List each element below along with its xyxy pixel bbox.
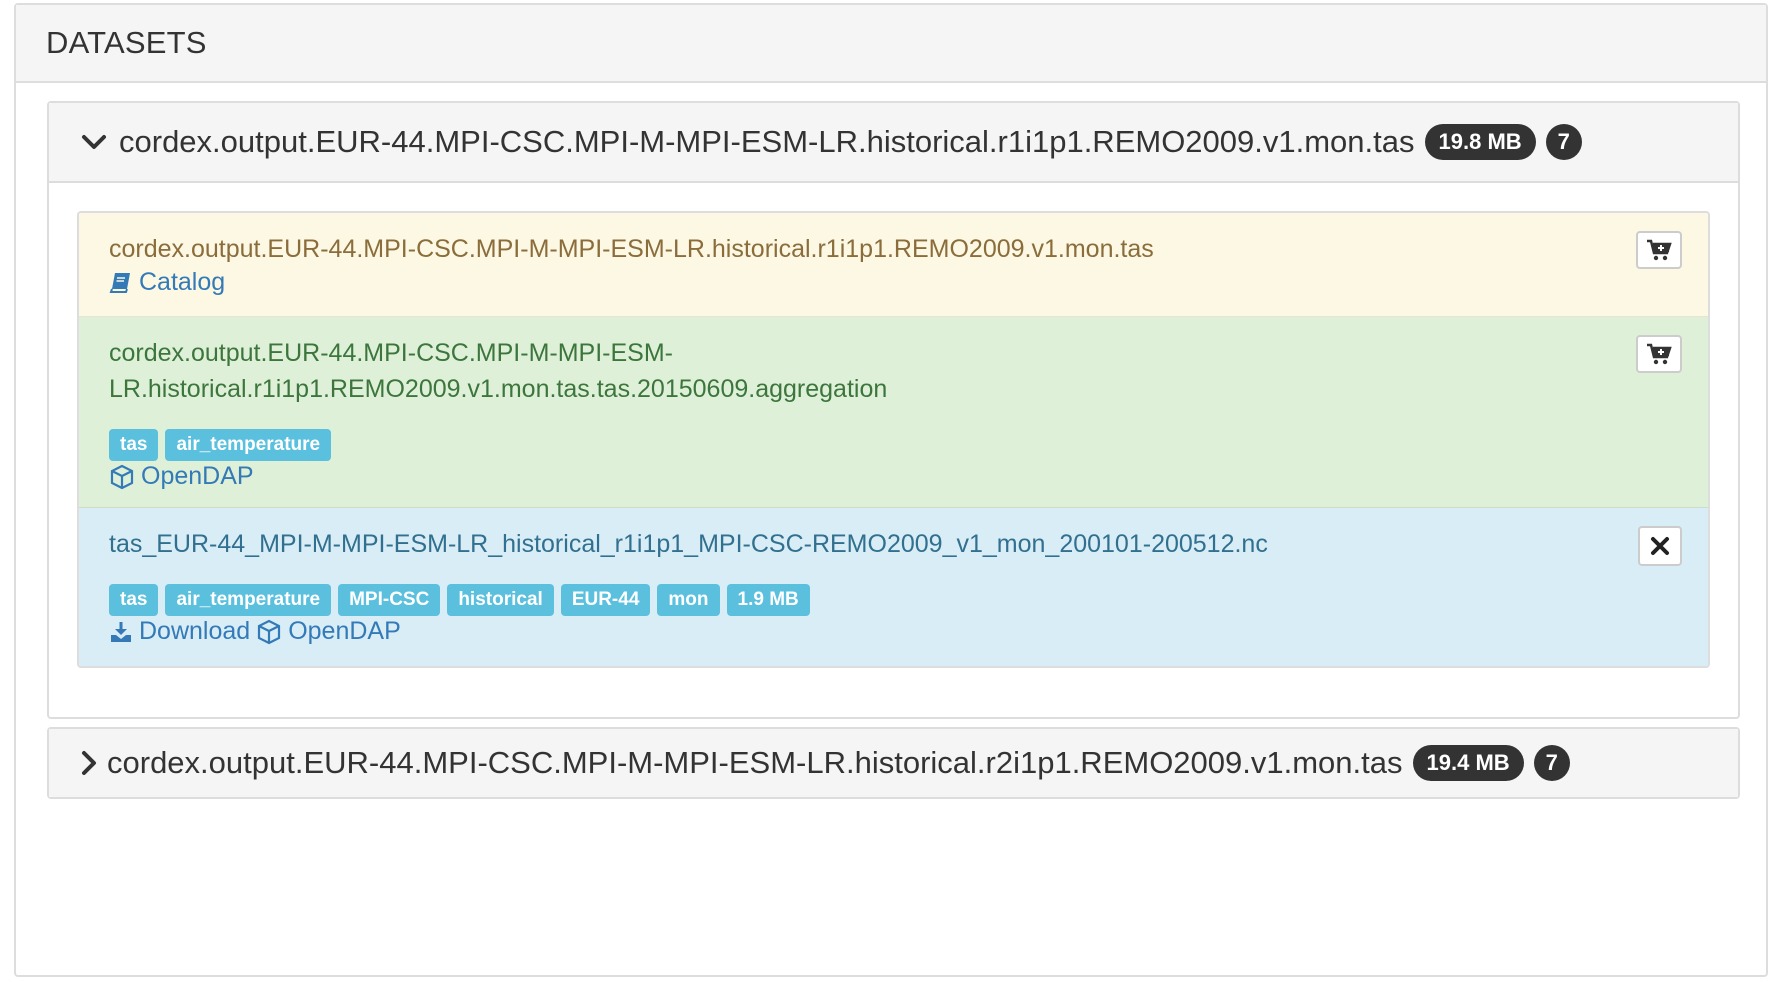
dataset-name: cordex.output.EUR-44.MPI-CSC.MPI-M-MPI-E… xyxy=(107,745,1403,780)
list-item-file: tas_EUR-44_MPI-M-MPI-ESM-LR_historical_r… xyxy=(79,508,1708,666)
list-item-aggregation: cordex.output.EUR-44.MPI-CSC.MPI-M-MPI-E… xyxy=(79,317,1708,508)
label: EUR-44 xyxy=(560,584,651,616)
item-title: cordex.output.EUR-44.MPI-CSC.MPI-M-MPI-E… xyxy=(109,339,888,403)
catalog-link[interactable]: Catalog xyxy=(109,268,225,297)
remove-button[interactable] xyxy=(1638,526,1682,566)
cart-plus-icon xyxy=(1647,343,1672,365)
item-labels: tas air_temperature xyxy=(109,429,1678,461)
item-links: Catalog xyxy=(109,268,1678,297)
label: tas xyxy=(109,429,159,461)
item-labels: tas air_temperature MPI-CSC historical E… xyxy=(109,584,1678,616)
dataset-name: cordex.output.EUR-44.MPI-CSC.MPI-M-MPI-E… xyxy=(119,124,1415,159)
item-title: tas_EUR-44_MPI-M-MPI-ESM-LR_historical_r… xyxy=(109,530,1268,558)
label: air_temperature xyxy=(165,584,332,616)
dataset-count-badge: 7 xyxy=(1533,745,1570,781)
catalog-link-label: Catalog xyxy=(139,268,226,296)
add-to-cart-button[interactable] xyxy=(1636,231,1682,269)
cart-plus-icon xyxy=(1647,239,1672,261)
chevron-right-icon xyxy=(79,748,99,778)
item-links: Download OpenDAP xyxy=(109,617,1678,646)
add-to-cart-button[interactable] xyxy=(1636,335,1682,373)
dataset-count-badge: 7 xyxy=(1545,124,1582,160)
dataset-panel: cordex.output.EUR-44.MPI-CSC.MPI-M-MPI-E… xyxy=(47,101,1740,719)
dataset-items-list: cordex.output.EUR-44.MPI-CSC.MPI-M-MPI-E… xyxy=(77,211,1710,668)
dataset-size-badge: 19.4 MB xyxy=(1412,745,1524,781)
label: air_temperature xyxy=(165,429,332,461)
datasets-panel-heading: DATASETS xyxy=(16,5,1766,83)
datasets-panel: DATASETS cordex.output.EUR-44.MPI-CSC.MP… xyxy=(14,3,1768,977)
opendap-link[interactable]: OpenDAP xyxy=(256,617,401,646)
dataset-body: cordex.output.EUR-44.MPI-CSC.MPI-M-MPI-E… xyxy=(49,183,1738,728)
datasets-title: DATASETS xyxy=(46,25,207,60)
opendap-link-label: OpenDAP xyxy=(288,617,401,645)
label: MPI-CSC xyxy=(338,584,441,616)
download-icon xyxy=(111,621,131,642)
dataset-heading-toggle[interactable]: cordex.output.EUR-44.MPI-CSC.MPI-M-MPI-E… xyxy=(49,729,1738,797)
label: mon xyxy=(657,584,720,616)
list-item-catalog: cordex.output.EUR-44.MPI-CSC.MPI-M-MPI-E… xyxy=(79,213,1708,317)
item-links: OpenDAP xyxy=(109,462,1678,491)
dataset-size-badge: 19.8 MB xyxy=(1424,124,1536,160)
cube-icon xyxy=(110,464,134,489)
label: historical xyxy=(447,584,554,616)
opendap-link-label: OpenDAP xyxy=(141,462,254,490)
item-title: cordex.output.EUR-44.MPI-CSC.MPI-M-MPI-E… xyxy=(109,235,1154,263)
opendap-link[interactable]: OpenDAP xyxy=(109,462,254,491)
dataset-panel: cordex.output.EUR-44.MPI-CSC.MPI-M-MPI-E… xyxy=(47,727,1740,799)
label: 1.9 MB xyxy=(726,584,810,616)
chevron-down-icon xyxy=(79,127,109,157)
download-link[interactable]: Download xyxy=(109,617,250,646)
dataset-heading-toggle[interactable]: cordex.output.EUR-44.MPI-CSC.MPI-M-MPI-E… xyxy=(49,103,1738,183)
book-icon xyxy=(109,272,130,293)
download-link-label: Download xyxy=(139,617,251,645)
close-icon xyxy=(1651,537,1669,555)
cube-icon xyxy=(258,619,281,644)
label: tas xyxy=(109,584,159,616)
